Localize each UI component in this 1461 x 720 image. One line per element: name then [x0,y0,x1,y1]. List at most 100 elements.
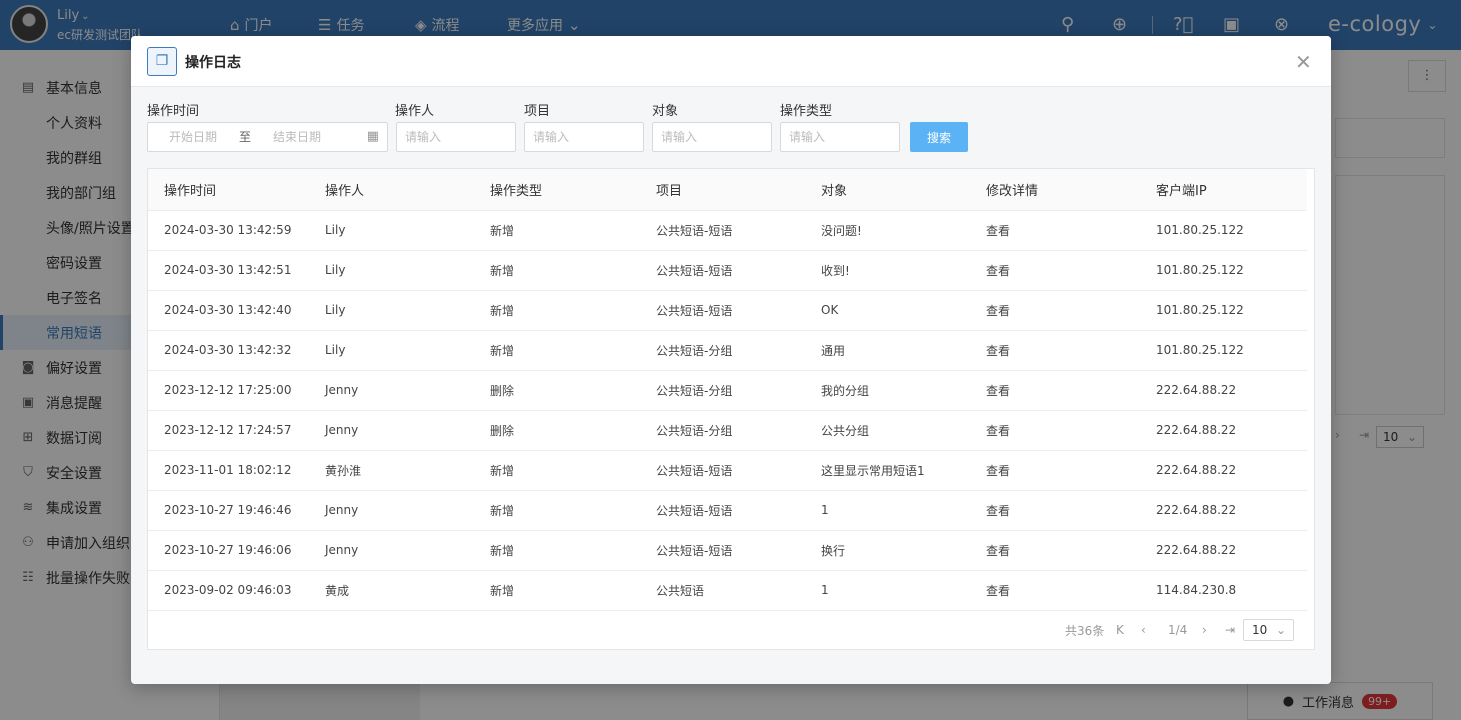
view-details-link[interactable]: 查看 [970,570,1140,611]
table-cell: 101.80.25.122 [1140,290,1307,331]
table-cell: 这里显示常用短语1 [805,450,970,491]
table-cell: 新增 [474,450,640,491]
table-cell: 1 [805,490,970,531]
table-cell: 2023-12-12 17:25:00 [148,370,309,411]
operator-input[interactable]: 请输入 [396,122,516,152]
table-cell: 222.64.88.22 [1140,450,1307,491]
table-cell: Lily [309,250,474,291]
log-table: 操作时间 操作人 操作类型 项目 对象 修改详情 客户端IP 2024-03-30 13:4… [148,169,1307,611]
last-page-icon[interactable]: ⇥ [1225,618,1235,642]
column-header: 修改详情 [970,169,1140,211]
view-details-link[interactable]: 查看 [970,250,1140,291]
table-cell: 新增 [474,530,640,571]
table-cell: 101.80.25.122 [1140,330,1307,371]
table-cell: 没问题! [805,210,970,251]
page-indicator: 1/4 [1168,623,1188,637]
table-cell: 公共短语-短语 [640,450,805,491]
table-row: 2024-03-30 13:42:32 Lily 新增 公共短语-分组 通用 查看 101.… [148,330,1307,371]
table-row: 2023-10-27 19:46:06 Jenny 新增 公共短语-短语 换行 查看 222… [148,530,1307,571]
filter-item-label: 项目 [524,104,551,119]
end-date-input[interactable]: 结束日期 [273,123,321,151]
table-cell: 收到! [805,250,970,291]
table-cell: 新增 [474,490,640,531]
table-cell: 222.64.88.22 [1140,370,1307,411]
table-cell: 新增 [474,290,640,331]
table-cell: 公共短语-短语 [640,250,805,291]
chevron-down-icon: ⌄ [1275,623,1286,637]
operation-type-input[interactable]: 请输入 [780,122,900,152]
table-cell: 黄成 [309,570,474,611]
table-cell: 新增 [474,250,640,291]
dialog-title: 操作日志 [185,55,241,71]
table-cell: 我的分组 [805,370,970,411]
column-header: 对象 [805,169,970,211]
date-range-separator: 至 [239,130,252,144]
table-cell: OK [805,290,970,331]
view-details-link[interactable]: 查看 [970,450,1140,491]
table-cell: 公共短语 [640,570,805,611]
table-cell: 2023-12-12 17:24:57 [148,410,309,451]
table-cell: 2024-03-30 13:42:40 [148,290,309,331]
column-header: 操作人 [309,169,474,211]
close-icon[interactable]: ✕ [1295,50,1312,74]
date-range-picker[interactable]: 开始日期 至 结束日期 ▦ [147,122,388,152]
total-count: 共36条 [1065,623,1105,638]
table-cell: 黄孙淮 [309,450,474,491]
next-page-icon[interactable]: › [1202,618,1207,642]
table-row: 2024-03-30 13:42:40 Lily 新增 公共短语-短语 OK 查看 101.… [148,290,1307,331]
table-cell: 101.80.25.122 [1140,210,1307,251]
view-details-link[interactable]: 查看 [970,530,1140,571]
table-cell: 2024-03-30 13:42:32 [148,330,309,371]
operation-log-dialog: ❐ 操作日志 ✕ 操作时间 操作人 项目 对象 操作类型 开始日期 至 结束日期… [131,36,1331,684]
page-size-select[interactable]: 10 ⌄ [1243,619,1294,641]
filter-object-label: 对象 [652,104,679,119]
dialog-header: ❐ 操作日志 ✕ [131,36,1331,87]
item-input[interactable]: 请输入 [524,122,644,152]
column-header: 操作时间 [148,169,309,211]
table-cell: 新增 [474,570,640,611]
document-icon: ❐ [147,47,177,76]
start-date-input[interactable]: 开始日期 [169,123,217,151]
view-details-link[interactable]: 查看 [970,290,1140,331]
table-cell: 公共短语-短语 [640,210,805,251]
table-cell: Jenny [309,410,474,451]
table-row: 2023-09-02 09:46:03 黄成 新增 公共短语 1 查看 114.84.230… [148,570,1307,611]
table-cell: 公共短语-短语 [640,490,805,531]
table-cell: Jenny [309,370,474,411]
table-cell: 新增 [474,330,640,371]
table-cell: Jenny [309,530,474,571]
view-details-link[interactable]: 查看 [970,490,1140,531]
table-header-row: 操作时间 操作人 操作类型 项目 对象 修改详情 客户端IP [148,169,1307,211]
view-details-link[interactable]: 查看 [970,370,1140,411]
table-cell: 2023-09-02 09:46:03 [148,570,309,611]
table-cell: 删除 [474,410,640,451]
first-page-icon[interactable]: K [1116,618,1124,642]
table-cell: 2023-10-27 19:46:06 [148,530,309,571]
table-cell: 2024-03-30 13:42:59 [148,210,309,251]
table-cell: 101.80.25.122 [1140,250,1307,291]
search-button[interactable]: 搜索 [910,122,968,152]
table-cell: Jenny [309,490,474,531]
table-cell: 114.84.230.8 [1140,570,1307,611]
table-cell: 删除 [474,370,640,411]
table-cell: 222.64.88.22 [1140,530,1307,571]
column-header: 客户端IP [1140,169,1307,211]
filter-operator-label: 操作人 [395,104,435,119]
table-cell: 222.64.88.22 [1140,410,1307,451]
table-row: 2024-03-30 13:42:51 Lily 新增 公共短语-短语 收到! 查看 101… [148,250,1307,291]
object-input[interactable]: 请输入 [652,122,772,152]
prev-page-icon[interactable]: ‹ [1141,618,1146,642]
table-cell: Lily [309,290,474,331]
table-cell: 通用 [805,330,970,371]
view-details-link[interactable]: 查看 [970,330,1140,371]
table-cell: 新增 [474,210,640,251]
view-details-link[interactable]: 查看 [970,210,1140,251]
filter-type-label: 操作类型 [780,104,833,119]
table-cell: 公共短语-短语 [640,530,805,571]
view-details-link[interactable]: 查看 [970,410,1140,451]
table-cell: 公共短语-短语 [640,290,805,331]
table-row: 2024-03-30 13:42:59 Lily 新增 公共短语-短语 没问题! 查看 10… [148,210,1307,251]
calendar-icon: ▦ [366,129,379,144]
column-header: 项目 [640,169,805,211]
table-row: 2023-12-12 17:24:57 Jenny 删除 公共短语-分组 公共分组 查看 2… [148,410,1307,451]
